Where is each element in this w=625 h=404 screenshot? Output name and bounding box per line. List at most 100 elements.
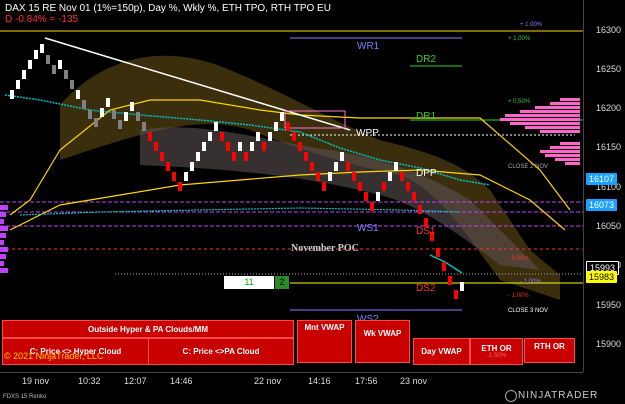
pct-weekly-plus1: + 1.00% <box>520 22 543 28</box>
renko-brick <box>310 162 314 171</box>
renko-brick <box>256 132 260 141</box>
daily-change: D -0.84% = -135 <box>5 14 79 25</box>
price-marker-label: 15983 <box>586 271 618 283</box>
renko-brick <box>334 162 338 171</box>
renko-brick <box>88 110 92 119</box>
renko-brick <box>454 290 458 299</box>
time-tick: 14:16 <box>308 376 331 386</box>
renko-brick <box>292 132 296 141</box>
tpo-bar <box>565 162 580 165</box>
volume-bar <box>0 219 4 224</box>
renko-brick <box>34 50 38 59</box>
price-axis[interactable]: 1630016250162001615016100160501600015950… <box>583 0 625 372</box>
time-tick: 12:07 <box>124 376 147 386</box>
renko-brick <box>64 70 68 79</box>
renko-brick <box>94 118 98 127</box>
pct-plus05: + 0,50% <box>508 99 531 105</box>
tpo-bar <box>540 130 580 133</box>
copyright-text: © 2021 NinjaTrader, LLC <box>4 351 104 361</box>
renko-brick <box>436 248 440 257</box>
eth-or-button[interactable]: ETH OR -1.50% <box>470 338 523 365</box>
tpo-bar <box>555 158 580 161</box>
pct-minus05: - 0.50% <box>508 256 529 262</box>
renko-brick <box>274 122 278 131</box>
volume-bar <box>0 233 6 238</box>
renko-brick <box>46 55 50 64</box>
renko-brick <box>232 152 236 161</box>
volume-bar <box>0 268 8 273</box>
renko-brick <box>172 172 176 181</box>
renko-brick <box>184 172 188 181</box>
price-pa-cloud-button[interactable]: C: Price <>PA Cloud <box>148 338 294 365</box>
renko-brick <box>148 132 152 141</box>
month-vwap-button[interactable]: Mnt VWAP <box>297 320 352 363</box>
renko-brick <box>118 120 122 129</box>
renko-brick <box>226 142 230 151</box>
renko-brick <box>220 132 224 141</box>
chart-canvas <box>0 30 583 311</box>
price-tick: 16200 <box>596 103 622 113</box>
renko-brick <box>298 142 302 151</box>
chart-plot-area[interactable]: DAX 15 RE Nov 01 (1%=150p), Day %, Wkly … <box>0 0 583 372</box>
close-2-nov-label: CLOSE 2 NOV <box>508 164 549 170</box>
pct-weekly-minus1: - 1.00% <box>520 279 541 285</box>
volume-bar <box>0 247 8 252</box>
close-3-nov-label: CLOSE 3 NOV <box>508 308 549 314</box>
renko-brick <box>160 152 164 161</box>
price-tick: 15950 <box>596 300 622 310</box>
renko-brick <box>412 192 416 201</box>
pct-plus1: + 1,00% <box>508 36 531 42</box>
volume-bar <box>0 205 8 210</box>
rth-or-button[interactable]: RTH OR <box>524 338 575 363</box>
renko-brick <box>358 182 362 191</box>
tpo-bar <box>550 146 580 149</box>
level-dr1: DR1 <box>416 111 437 122</box>
renko-brick <box>166 162 170 171</box>
counter-left: 11 <box>224 276 274 289</box>
renko-brick <box>154 142 158 151</box>
renko-brick <box>82 100 86 109</box>
renko-brick <box>442 262 446 271</box>
renko-brick <box>22 70 26 79</box>
eth-or-pct: -1.50% <box>486 353 506 359</box>
tpo-bar <box>545 154 580 157</box>
renko-brick <box>316 172 320 181</box>
renko-brick <box>208 132 212 141</box>
renko-brick <box>262 142 266 151</box>
level-wpp: WPP <box>356 128 379 139</box>
instrument-title: DAX 15 RE Nov 01 (1%=150p), Day %, Wkly … <box>5 3 331 14</box>
renko-brick <box>16 80 20 89</box>
price-marker-label: 16073 <box>586 199 618 211</box>
day-vwap-button[interactable]: Day VWAP <box>413 338 470 365</box>
volume-bar <box>0 212 6 217</box>
level-wr1: WR1 <box>357 41 380 52</box>
pct-minus1: - 1.00% <box>508 293 529 299</box>
renko-brick <box>286 122 290 131</box>
renko-brick <box>190 162 194 171</box>
renko-brick <box>406 182 410 191</box>
time-tick: 22 nov <box>254 376 282 386</box>
time-axis[interactable]: 19 nov 10:32 12:07 14:46 22 nov 14:16 17:56 23 … <box>0 372 583 389</box>
week-vwap-button[interactable]: Wk VWAP <box>355 320 410 363</box>
time-tick: 14:46 <box>170 376 193 386</box>
renko-brick <box>136 112 140 121</box>
renko-brick <box>76 90 80 99</box>
price-tick: 15900 <box>596 339 622 349</box>
renko-brick <box>10 90 14 99</box>
renko-brick <box>40 44 44 53</box>
level-dpp: DPP <box>416 168 437 179</box>
outside-hyper-pa-clouds-button[interactable]: Outside Hyper & PA Clouds/MM <box>2 320 294 338</box>
renko-brick <box>202 142 206 151</box>
renko-brick <box>52 65 56 74</box>
renko-brick <box>178 182 182 191</box>
renko-brick <box>364 192 368 201</box>
counter-right: 2 <box>275 276 289 289</box>
series-name: FDXS 15 Renko <box>3 394 47 400</box>
renko-brick <box>238 142 242 151</box>
tpo-bar <box>510 122 580 125</box>
renko-brick <box>370 202 374 211</box>
renko-brick <box>268 132 272 141</box>
renko-brick <box>280 112 284 121</box>
ninjatrader-logo-icon <box>505 390 517 402</box>
renko-brick <box>28 60 32 69</box>
